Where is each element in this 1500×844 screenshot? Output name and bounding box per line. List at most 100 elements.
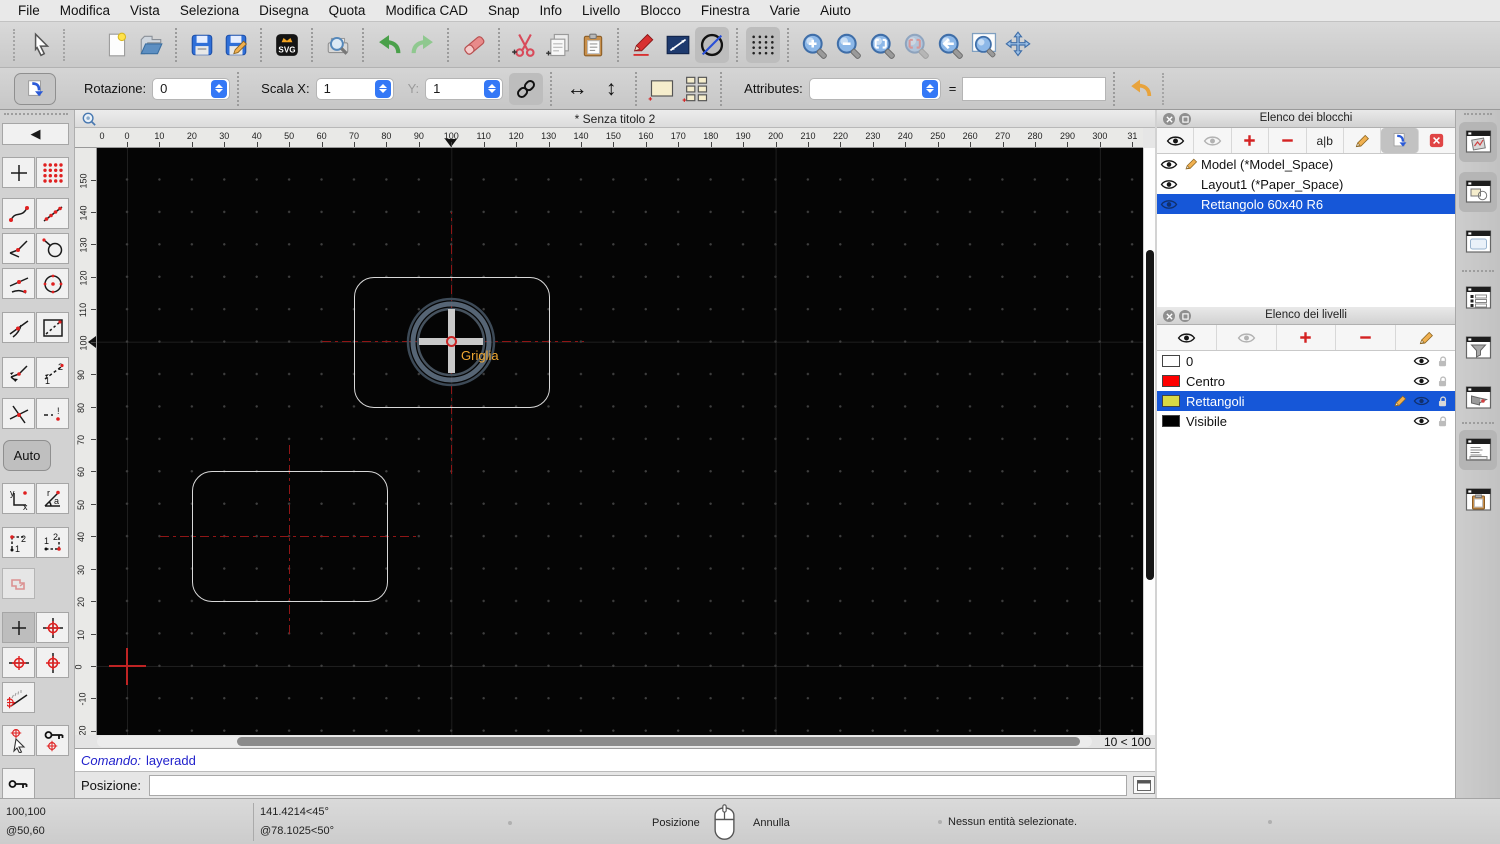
coordinate-relative-button[interactable]: 12 bbox=[2, 527, 35, 558]
zoom-window-button[interactable] bbox=[967, 27, 1001, 63]
rotation-combobox[interactable]: 0 bbox=[152, 77, 231, 100]
angle-measure-button[interactable] bbox=[2, 682, 35, 713]
lock-relative-zero-button[interactable] bbox=[36, 725, 69, 756]
horizontal-scrollbar-thumb[interactable] bbox=[237, 737, 1080, 746]
scale-x-combobox[interactable]: 1 bbox=[315, 77, 394, 100]
dock-toggle-block-list[interactable] bbox=[1459, 122, 1497, 162]
layer-lock-icon[interactable] bbox=[1436, 415, 1449, 428]
position-input[interactable] bbox=[148, 774, 1128, 796]
block-list-item[interactable]: Rettangolo 60x40 R6 bbox=[1157, 194, 1455, 214]
attributes-combobox[interactable] bbox=[808, 77, 941, 100]
horizontal-scrollbar[interactable] bbox=[97, 736, 1092, 747]
menu-item-blocco[interactable]: Blocco bbox=[630, 3, 691, 18]
back-button[interactable]: ◀ bbox=[2, 123, 69, 145]
menu-item-varie[interactable]: Varie bbox=[760, 3, 811, 18]
layer-visibility-eye-icon[interactable] bbox=[1413, 355, 1430, 367]
undo-button[interactable] bbox=[372, 27, 406, 63]
menu-item-quota[interactable]: Quota bbox=[319, 3, 376, 18]
snap-auto-button[interactable] bbox=[36, 233, 69, 264]
hide-all-blocks-button[interactable] bbox=[1194, 128, 1232, 153]
save-button[interactable] bbox=[185, 27, 219, 63]
dock-toggle-preview[interactable] bbox=[1459, 222, 1497, 262]
coordinate-cartesian-button[interactable]: yx bbox=[2, 483, 35, 514]
copy-button[interactable] bbox=[542, 27, 576, 63]
layer-lock-icon[interactable] bbox=[1436, 395, 1449, 408]
restrict-nothing-button[interactable] bbox=[2, 612, 35, 643]
delete-eraser-button[interactable] bbox=[457, 27, 491, 63]
layer-visibility-eye-icon[interactable] bbox=[1413, 415, 1430, 427]
show-all-blocks-button[interactable] bbox=[1157, 128, 1195, 153]
new-document-button[interactable] bbox=[100, 27, 134, 63]
menu-item-aiuto[interactable]: Aiuto bbox=[810, 3, 861, 18]
open-document-button[interactable] bbox=[134, 27, 168, 63]
rounded-rectangle-entity[interactable] bbox=[192, 471, 388, 602]
save-as-button[interactable] bbox=[219, 27, 253, 63]
coordinate-polar-button[interactable]: ra bbox=[36, 483, 69, 514]
menu-item-disegna[interactable]: Disegna bbox=[249, 3, 319, 18]
snap-center-button[interactable] bbox=[36, 268, 69, 299]
coordinate-absolute-button[interactable]: 12 bbox=[36, 527, 69, 558]
print-preview-button[interactable] bbox=[321, 27, 355, 63]
selection-arrow-icon[interactable] bbox=[24, 27, 58, 63]
snap-intersection-manual-button[interactable]: ! bbox=[36, 398, 69, 429]
draft-mode-button[interactable] bbox=[695, 26, 729, 63]
purge-block-button[interactable] bbox=[1419, 128, 1455, 153]
vertical-scrollbar[interactable] bbox=[1143, 148, 1155, 735]
snap-middle-button[interactable] bbox=[2, 268, 35, 299]
dock-toggle-clipboard-panel[interactable] bbox=[1459, 480, 1497, 520]
flip-horizontal-button[interactable]: ↔ bbox=[560, 71, 594, 107]
snap-intersection-button[interactable] bbox=[2, 398, 35, 429]
menu-item-modifica[interactable]: Modifica bbox=[50, 3, 120, 18]
menu-item-snap[interactable]: Snap bbox=[478, 3, 530, 18]
snap-endpoints-button[interactable] bbox=[2, 198, 35, 229]
keep-proportions-chain-button[interactable] bbox=[509, 72, 544, 105]
snap-perpendicular-button[interactable] bbox=[2, 233, 35, 264]
paste-button[interactable] bbox=[576, 27, 610, 63]
layer-list-item[interactable]: Centro bbox=[1157, 371, 1455, 391]
zoom-auto-button[interactable] bbox=[865, 27, 899, 63]
menu-item-file[interactable]: File bbox=[8, 3, 50, 18]
edit-layer-button[interactable] bbox=[1396, 325, 1455, 350]
document-titlebar[interactable]: * Senza titolo 2 bbox=[75, 110, 1155, 128]
grid-toggle-button[interactable] bbox=[746, 26, 780, 63]
menu-item-info[interactable]: Info bbox=[530, 3, 573, 18]
snap-distance-button[interactable]: 12 bbox=[36, 357, 69, 388]
auto-snap-button[interactable]: Auto bbox=[3, 440, 51, 471]
block-list-item[interactable]: Model (*Model_Space) bbox=[1157, 154, 1455, 174]
svg-export-button[interactable]: SVG bbox=[270, 27, 304, 63]
attribute-value-input[interactable] bbox=[962, 76, 1107, 101]
flip-vertical-button[interactable]: ↕ bbox=[594, 71, 628, 107]
reset-options-button[interactable] bbox=[1123, 71, 1157, 107]
restrict-orthogonal-button[interactable] bbox=[36, 612, 69, 643]
restrict-vertical-button[interactable] bbox=[36, 647, 69, 678]
restrict-horizontal-button[interactable] bbox=[2, 647, 35, 678]
add-layer-button[interactable] bbox=[1277, 325, 1337, 350]
show-all-layers-button[interactable] bbox=[1157, 325, 1217, 350]
set-relative-zero-button[interactable] bbox=[2, 768, 35, 799]
layer-list-item[interactable]: 0 bbox=[1157, 351, 1455, 371]
zoom-previous-button[interactable] bbox=[899, 27, 933, 63]
drawing-canvas[interactable]: Griglia bbox=[97, 148, 1143, 735]
cad-toolbar-back-button[interactable] bbox=[14, 72, 56, 105]
insert-block-button[interactable] bbox=[1381, 128, 1419, 153]
zoom-pan-button[interactable] bbox=[1001, 27, 1035, 63]
single-entity-button[interactable] bbox=[645, 71, 679, 107]
layer-list-item[interactable]: Rettangoli bbox=[1157, 391, 1455, 411]
command-window-toggle-button[interactable] bbox=[1133, 776, 1155, 794]
edit-block-button[interactable] bbox=[1344, 128, 1382, 153]
pick-coordinate-button[interactable] bbox=[2, 725, 35, 756]
block-list-item[interactable]: Layout1 (*Paper_Space) bbox=[1157, 174, 1455, 194]
zoom-out-button[interactable] bbox=[831, 27, 865, 63]
zoom-back-button[interactable] bbox=[933, 27, 967, 63]
restriction-info-button[interactable] bbox=[2, 568, 35, 599]
dock-toggle-list-view[interactable] bbox=[1459, 278, 1497, 318]
visibility-eye-icon[interactable] bbox=[1160, 178, 1178, 191]
rename-block-button[interactable]: a|b bbox=[1307, 128, 1344, 153]
dock-toggle-library-browser[interactable] bbox=[1459, 172, 1497, 212]
edit-pencil-button[interactable] bbox=[627, 27, 661, 63]
layer-visibility-eye-icon[interactable] bbox=[1413, 375, 1430, 387]
menu-item-modifica-cad[interactable]: Modifica CAD bbox=[375, 3, 478, 18]
layer-lock-icon[interactable] bbox=[1436, 355, 1449, 368]
menu-item-livello[interactable]: Livello bbox=[572, 3, 630, 18]
snap-grid-button[interactable] bbox=[36, 157, 69, 188]
